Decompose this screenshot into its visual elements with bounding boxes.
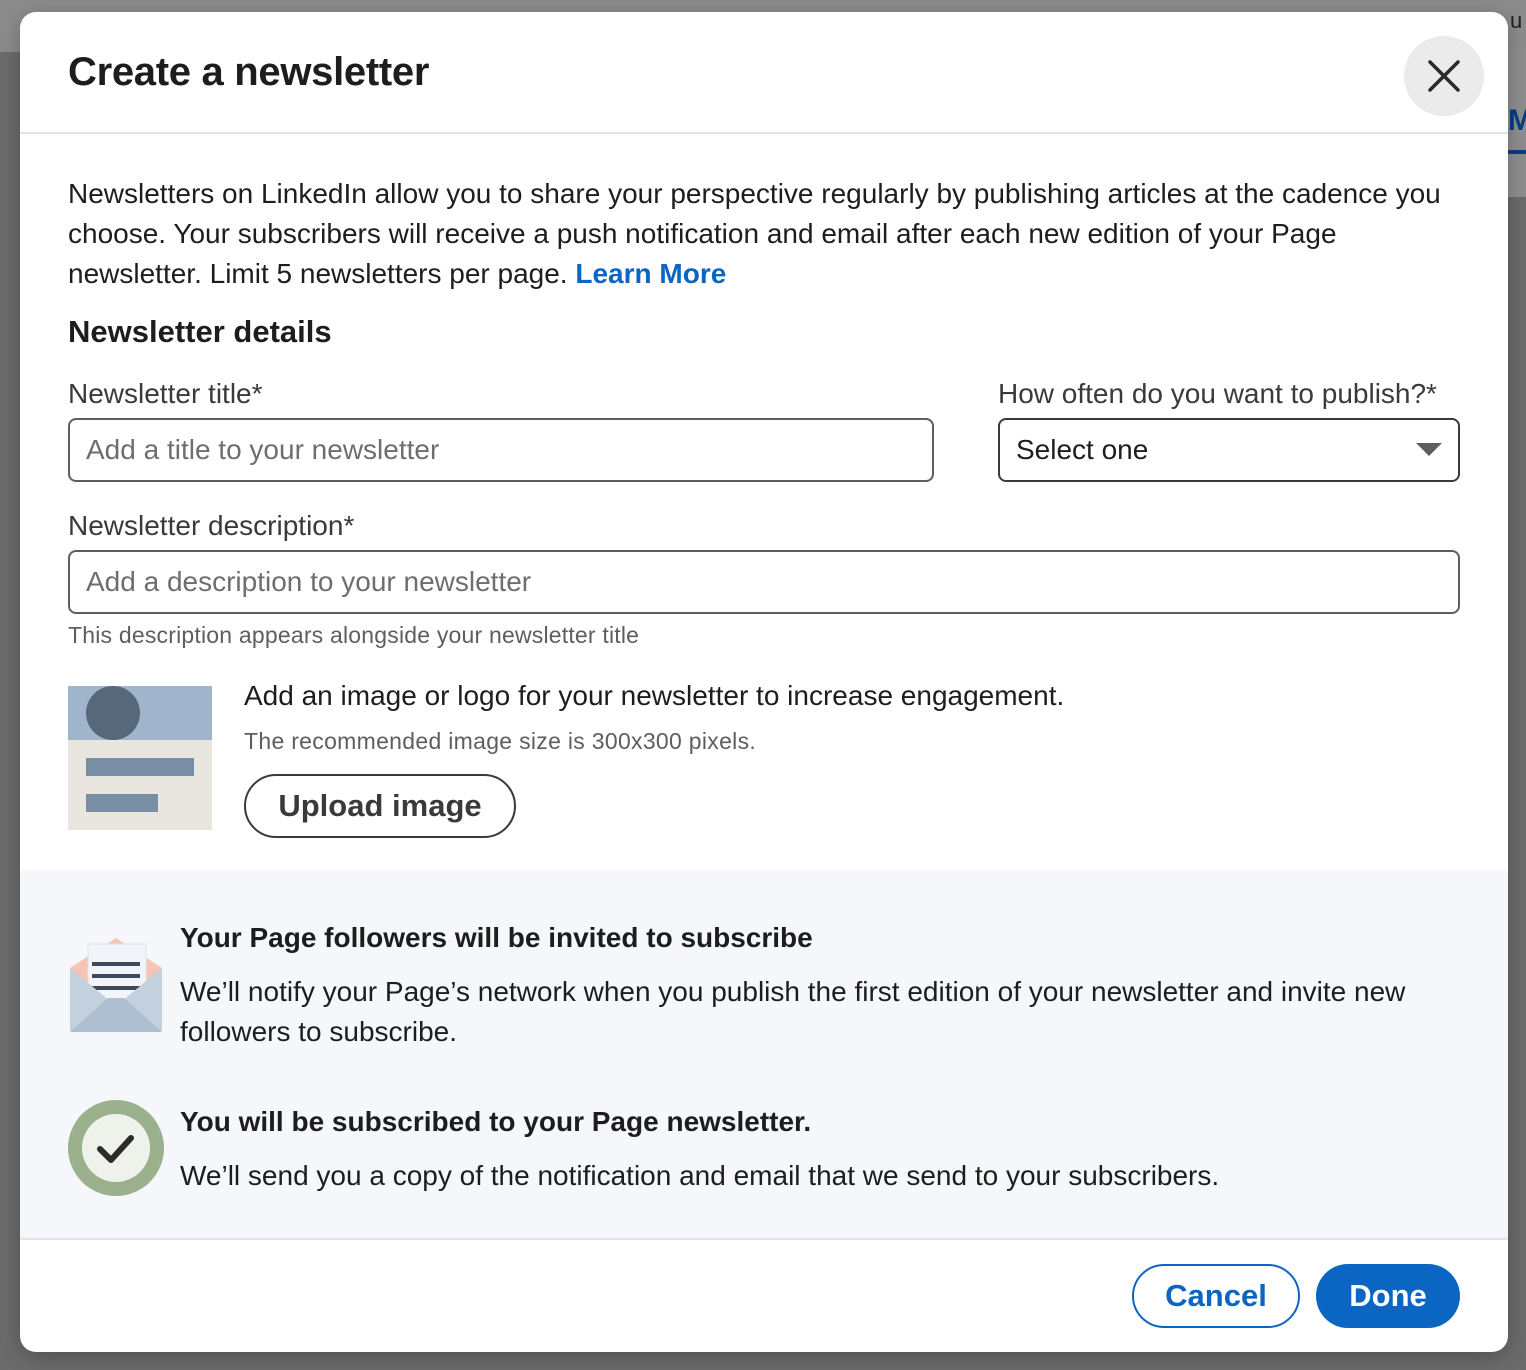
publish-frequency-select[interactable]: Select one xyxy=(998,418,1460,482)
newsletter-details-heading: Newsletter details xyxy=(68,314,332,349)
invite-description: We’ll notify your Page’s network when yo… xyxy=(180,976,1406,1047)
close-icon xyxy=(1428,60,1460,92)
image-placeholder-icon xyxy=(68,686,212,830)
upload-heading: Add an image or logo for your newsletter… xyxy=(244,680,1065,711)
background-partial-tab: M xyxy=(1508,104,1526,137)
dialog-title: Create a newsletter xyxy=(68,50,430,94)
close-button[interactable] xyxy=(1404,36,1484,116)
upload-size-hint: The recommended image size is 300x300 pi… xyxy=(244,728,757,754)
subscribed-title: You will be subscribed to your Page news… xyxy=(180,1106,812,1137)
create-newsletter-dialog: Create a newsletter Newsletters on Linke… xyxy=(20,12,1508,1352)
newsletter-description-input[interactable] xyxy=(68,550,1460,614)
newsletter-title-label: Newsletter title* xyxy=(68,378,263,409)
done-button[interactable]: Done xyxy=(1316,1264,1460,1328)
intro-text: Newsletters on LinkedIn allow you to sha… xyxy=(68,178,1441,289)
invite-title: Your Page followers will be invited to s… xyxy=(180,922,813,953)
check-circle-icon xyxy=(68,1100,164,1196)
cancel-button[interactable]: Cancel xyxy=(1132,1264,1300,1328)
intro-paragraph: Newsletters on LinkedIn allow you to sha… xyxy=(68,174,1468,294)
description-helper-text: This description appears alongside your … xyxy=(68,622,640,648)
dialog-header: Create a newsletter xyxy=(20,12,1508,134)
background-tab-underline xyxy=(1508,150,1526,154)
subscribed-description: We’ll send you a copy of the notificatio… xyxy=(180,1160,1220,1191)
learn-more-link[interactable]: Learn More xyxy=(575,258,726,289)
upload-image-button[interactable]: Upload image xyxy=(244,774,516,838)
publish-frequency-value: Select one xyxy=(1016,434,1149,465)
publish-frequency-label: How often do you want to publish?* xyxy=(998,378,1437,409)
caret-down-icon xyxy=(1416,443,1442,456)
envelope-icon xyxy=(70,938,162,1032)
info-panel: Your Page followers will be invited to s… xyxy=(20,870,1508,1240)
newsletter-title-input[interactable] xyxy=(68,418,934,482)
newsletter-description-label: Newsletter description* xyxy=(68,510,355,541)
background-partial-text: u xyxy=(1510,8,1523,33)
